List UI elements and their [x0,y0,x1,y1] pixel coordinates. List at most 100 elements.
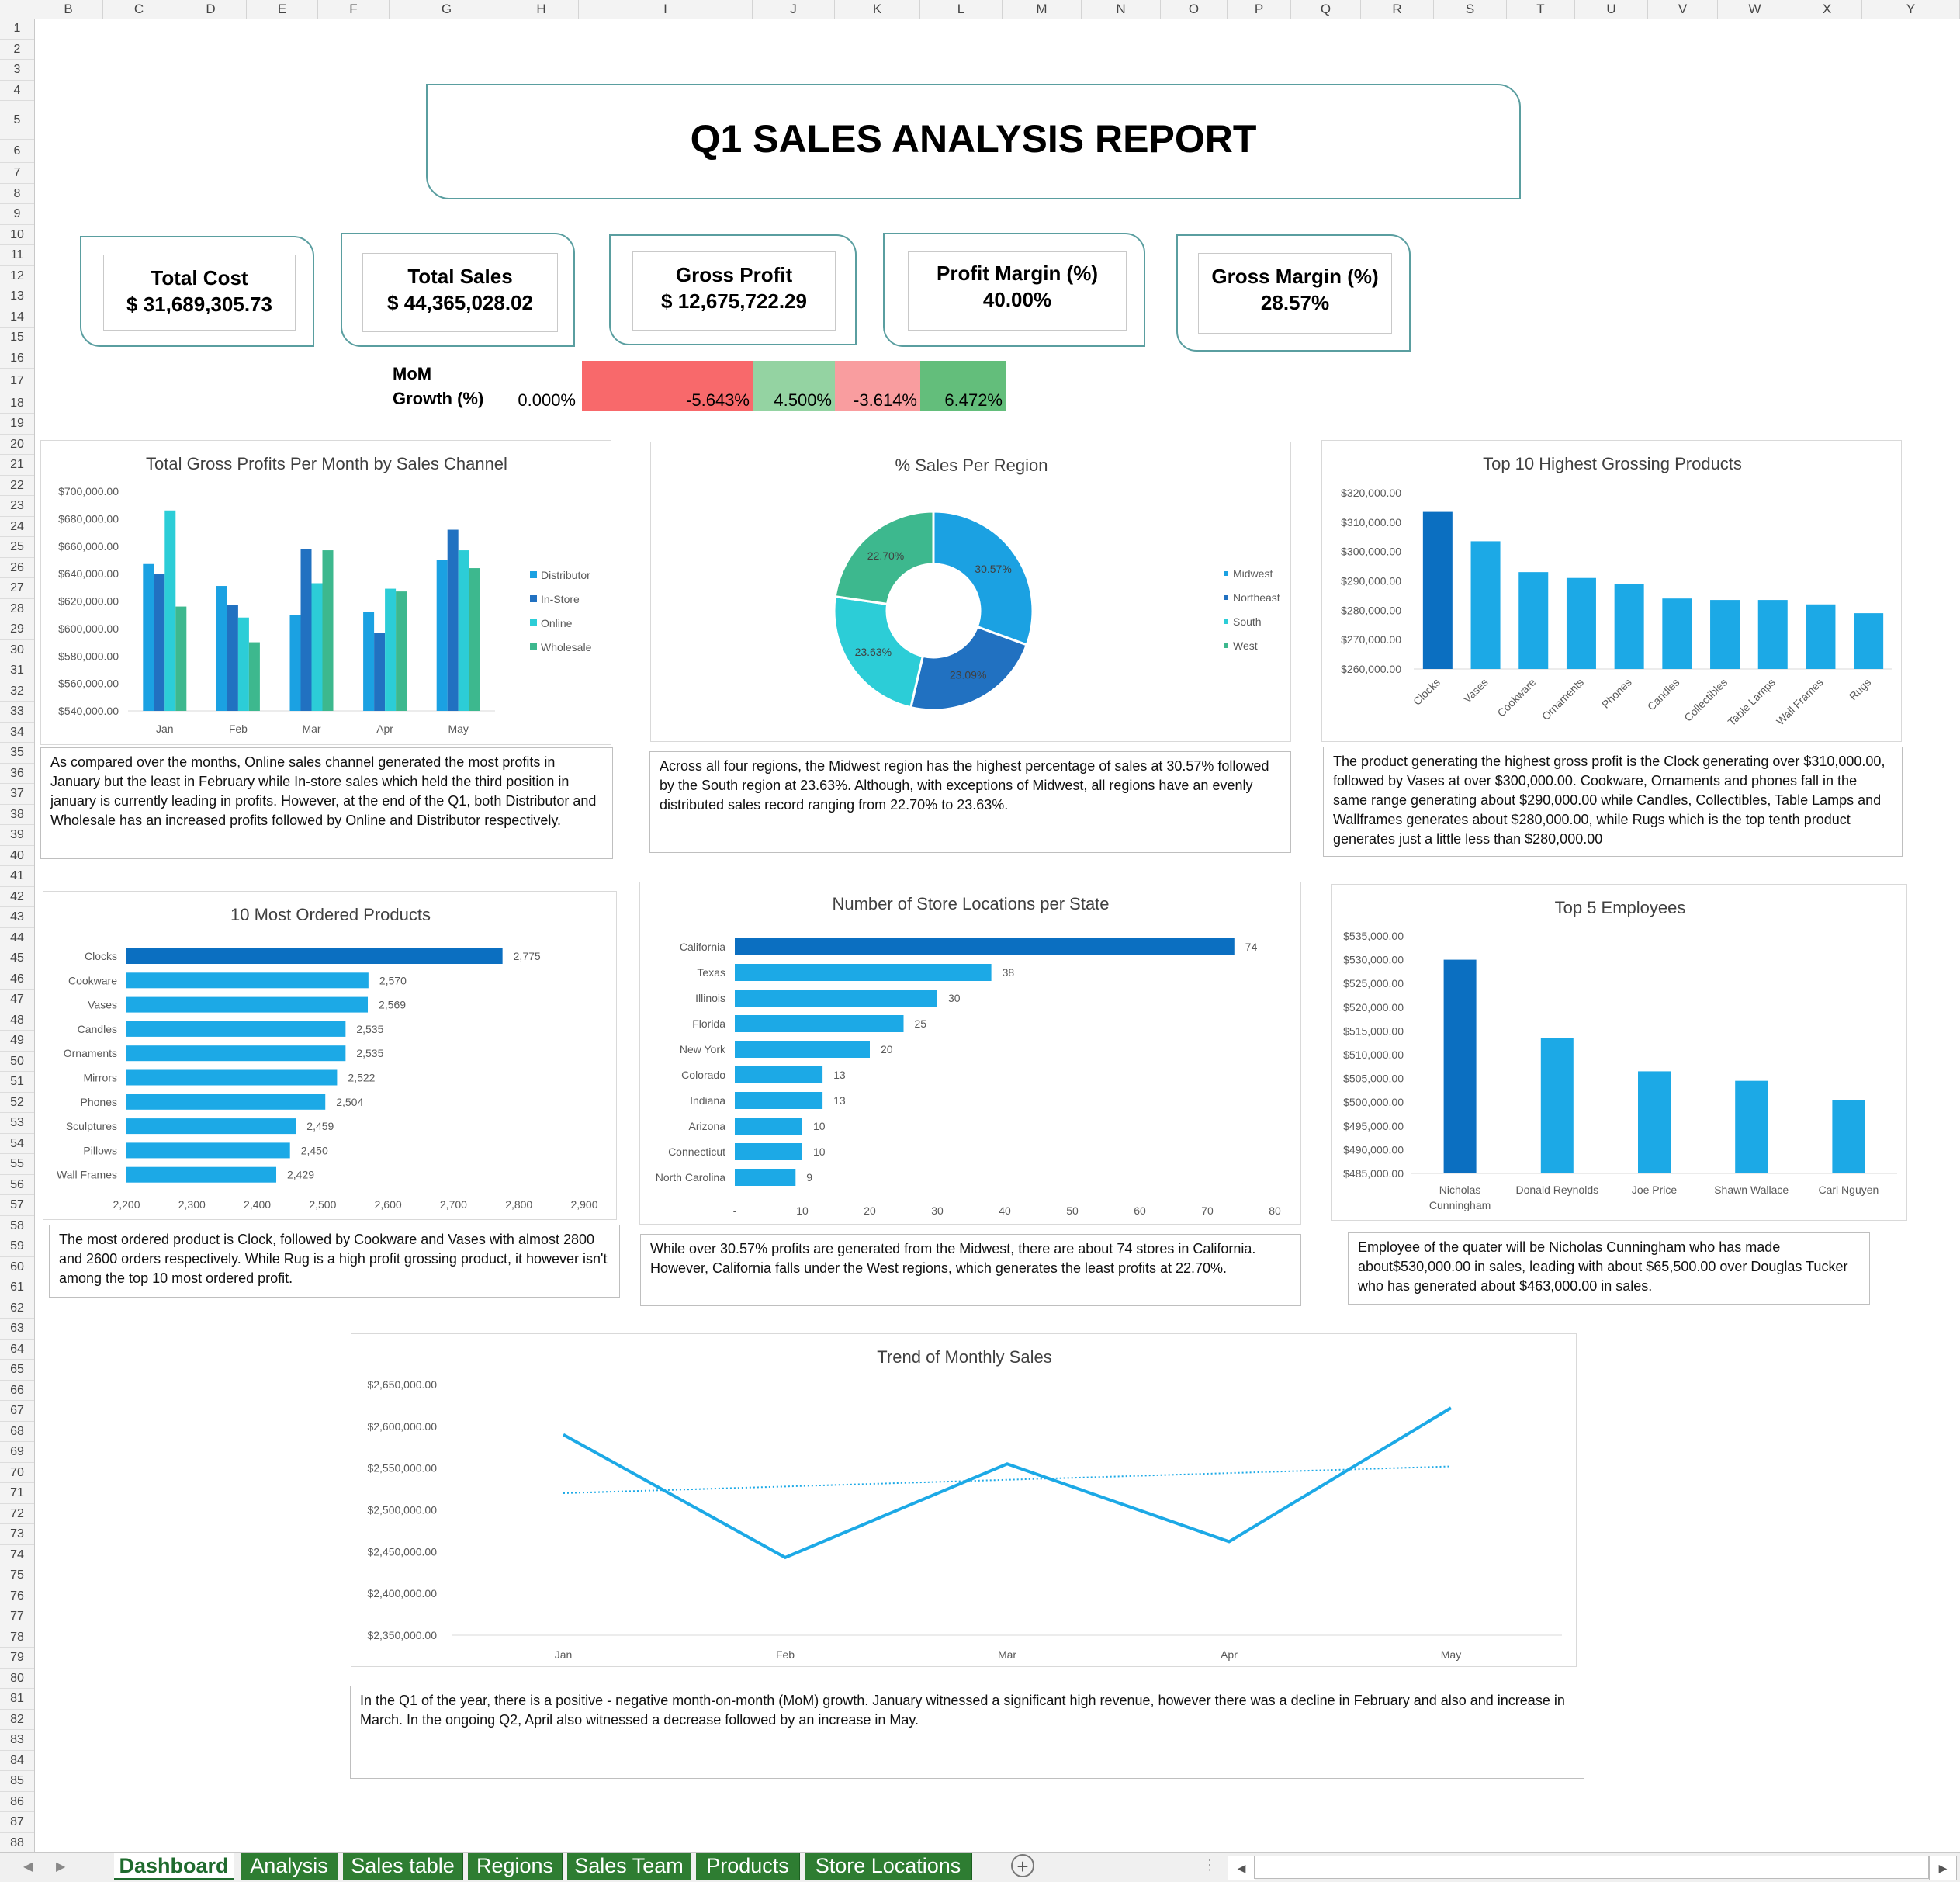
row-header[interactable]: 15 [0,328,34,348]
row-header[interactable]: 41 [0,866,34,887]
mom-cell[interactable]: -5.643% [582,361,753,411]
row-header[interactable]: 70 [0,1463,34,1483]
row-header[interactable]: 86 [0,1792,34,1812]
horizontal-scrollbar[interactable] [1254,1856,1929,1879]
mom-cell[interactable]: -3.614% [835,361,920,411]
plus-circle-icon[interactable]: + [1011,1854,1034,1877]
tab-dashboard[interactable]: Dashboard [114,1853,234,1880]
row-header[interactable]: 65 [0,1360,34,1381]
row-header[interactable]: 27 [0,578,34,599]
row-header[interactable]: 52 [0,1093,34,1113]
row-header[interactable]: 44 [0,928,34,948]
row-header[interactable]: 56 [0,1175,34,1195]
row-header[interactable]: 32 [0,681,34,702]
column-header[interactable]: U [1575,0,1648,19]
row-header[interactable]: 5 [0,101,34,140]
row-header[interactable]: 76 [0,1586,34,1606]
kpi-card-profit-margin[interactable]: Profit Margin (%) 40.00% [883,233,1145,347]
column-header[interactable]: M [1003,0,1082,19]
column-header[interactable]: G [390,0,504,19]
column-header[interactable]: I [579,0,753,19]
row-header[interactable]: 38 [0,805,34,825]
row-header[interactable]: 54 [0,1134,34,1154]
row-header[interactable]: 42 [0,887,34,907]
row-header[interactable]: 81 [0,1689,34,1710]
chart-top-grossing-products[interactable]: Top 10 Highest Grossing Products $260,000… [1321,440,1902,742]
row-header[interactable]: 57 [0,1195,34,1216]
row-header[interactable]: 7 [0,163,34,184]
mom-cell[interactable]: 4.500% [753,361,835,411]
row-header[interactable]: 14 [0,307,34,328]
note-products[interactable]: The product generating the highest gross… [1323,747,1903,857]
row-header[interactable]: 63 [0,1319,34,1340]
row-header[interactable]: 47 [0,990,34,1010]
note-region[interactable]: Across all four regions, the Midwest reg… [649,751,1291,853]
note-employees[interactable]: Employee of the quater will be Nicholas … [1348,1232,1870,1305]
row-header[interactable]: 87 [0,1812,34,1833]
kpi-card-gross-profit[interactable]: Gross Profit $ 12,675,722.29 [609,234,857,345]
row-header[interactable]: 23 [0,496,34,517]
row-header[interactable]: 78 [0,1627,34,1648]
chart-top-employees[interactable]: Top 5 Employees $485,000.00 $490,000.00 $49… [1331,884,1907,1221]
row-header[interactable]: 49 [0,1031,34,1052]
row-header[interactable]: 18 [0,393,34,414]
row-header[interactable]: 39 [0,825,34,846]
tab-analysis[interactable]: Analysis [241,1853,338,1880]
row-header[interactable]: 40 [0,846,34,866]
column-header[interactable]: C [103,0,175,19]
row-header[interactable]: 83 [0,1730,34,1751]
row-header[interactable]: 36 [0,764,34,784]
row-header[interactable]: 4 [0,81,34,101]
row-header[interactable]: 69 [0,1442,34,1463]
row-header[interactable]: 51 [0,1072,34,1093]
row-header[interactable]: 30 [0,640,34,660]
triangle-left-icon[interactable]: ◀ [23,1859,33,1874]
column-header[interactable]: Q [1291,0,1361,19]
row-header[interactable]: 73 [0,1524,34,1545]
row-header[interactable]: 19 [0,414,34,435]
row-header[interactable]: 77 [0,1606,34,1627]
chart-monthly-sales-trend[interactable]: Trend of Monthly Sales $2,350,000.00 $2,40… [351,1333,1577,1667]
column-header[interactable]: X [1792,0,1862,19]
column-header[interactable]: K [835,0,920,19]
row-header[interactable]: 20 [0,435,34,455]
scroll-right-button[interactable]: ▶ [1929,1856,1957,1880]
row-header[interactable]: 45 [0,948,34,969]
row-header[interactable]: 28 [0,599,34,619]
column-header[interactable]: B [34,0,103,19]
row-header[interactable]: 59 [0,1236,34,1257]
row-header[interactable]: 66 [0,1381,34,1401]
row-header[interactable]: 1 [0,19,34,40]
row-header[interactable]: 6 [0,140,34,163]
mom-cell[interactable]: 6.472% [920,361,1006,411]
row-header[interactable]: 61 [0,1277,34,1298]
row-header[interactable]: 84 [0,1751,34,1771]
row-header[interactable]: 58 [0,1216,34,1236]
chart-sales-per-region[interactable]: % Sales Per Region 30.57% 23.09% 23.63% 22.7… [650,442,1291,742]
row-header[interactable]: 74 [0,1545,34,1565]
row-header[interactable]: 8 [0,184,34,204]
row-header[interactable]: 53 [0,1113,34,1134]
row-header[interactable]: 50 [0,1052,34,1072]
column-header[interactable]: N [1082,0,1161,19]
column-header[interactable]: Y [1862,0,1960,19]
kpi-card-total-sales[interactable]: Total Sales $ 44,365,028.02 [341,233,575,347]
column-header[interactable]: E [247,0,318,19]
row-header[interactable]: 10 [0,225,34,245]
tab-sales-table[interactable]: Sales table [343,1853,463,1880]
tab-store-locations[interactable]: Store Locations [805,1853,972,1880]
row-header[interactable]: 60 [0,1257,34,1277]
scroll-left-button[interactable]: ◀ [1228,1856,1255,1880]
row-header[interactable]: 11 [0,245,34,266]
row-header[interactable]: 72 [0,1504,34,1524]
column-header[interactable]: L [920,0,1003,19]
chart-most-ordered-products[interactable]: 10 Most Ordered Products 2,200 2,300 2,400 2… [43,891,617,1220]
row-header[interactable]: 13 [0,286,34,307]
tab-products[interactable]: Products [696,1853,800,1880]
row-header[interactable]: 33 [0,702,34,723]
chart-store-locations[interactable]: Number of Store Locations per State - 10 20… [639,882,1301,1225]
note-ordered[interactable]: The most ordered product is Clock, follo… [49,1225,620,1298]
row-header[interactable]: 68 [0,1422,34,1442]
row-header[interactable]: 29 [0,619,34,640]
column-header[interactable]: O [1161,0,1228,19]
